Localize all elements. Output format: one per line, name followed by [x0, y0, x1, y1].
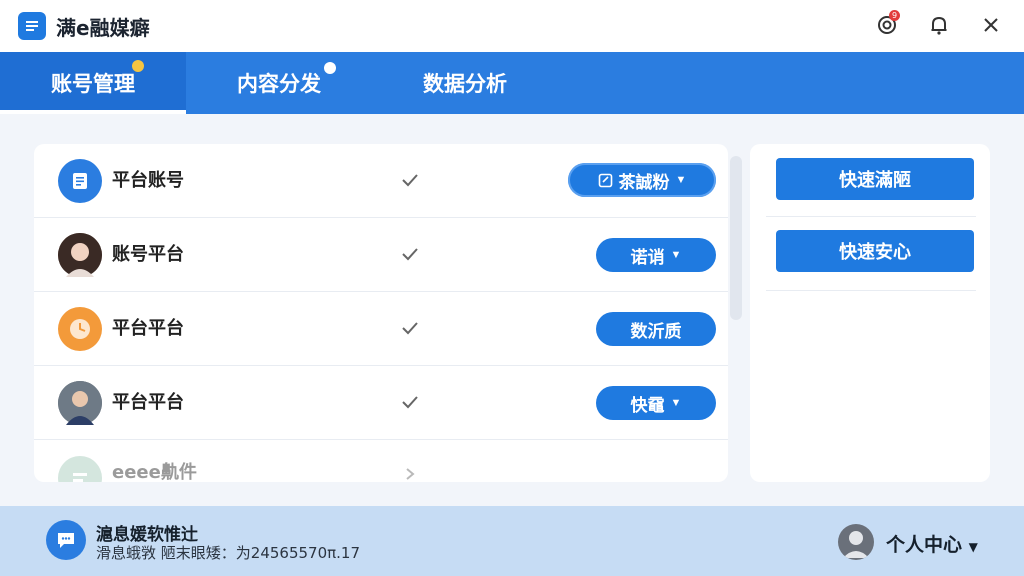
target-icon[interactable]: 9 — [872, 10, 902, 40]
divider — [766, 216, 976, 217]
check-icon — [402, 322, 418, 335]
check-icon — [402, 174, 418, 187]
close-icon[interactable] — [976, 10, 1006, 40]
action-label: 数沂质 — [630, 321, 682, 341]
chevron-down-icon: ▼ — [675, 174, 687, 186]
tab-bar: 账号管理 内容分发 数据分析 — [0, 52, 1024, 114]
tab-content-distribution[interactable]: 内容分发 — [186, 52, 372, 114]
avatar — [58, 232, 102, 277]
check-icon — [402, 396, 418, 409]
edit-icon — [598, 173, 612, 187]
star-badge-icon — [132, 60, 144, 72]
tab-label: 账号管理 — [51, 72, 135, 96]
account-row: 账号平台 诺诮 ▼ — [34, 218, 728, 292]
app-icon — [58, 456, 102, 482]
quick-action-button-1[interactable]: 快速滿陋 — [776, 158, 974, 200]
dot-icon — [324, 62, 336, 74]
chat-icon[interactable] — [46, 520, 86, 560]
account-list: 平台账号 茶誠粉 ▼ 账号平台 诺诮 ▼ 平台平台 数沂质 平台平台 快黿 ▼ … — [34, 144, 728, 482]
tab-label: 内容分发 — [237, 72, 321, 96]
title-bar: 满e融媒癖 9 — [0, 0, 1024, 52]
avatar — [58, 380, 102, 425]
account-name: eeee鼽件 — [112, 462, 197, 482]
account-action-button[interactable]: 数沂质 — [596, 312, 716, 346]
chevron-down-icon: ▼ — [670, 397, 682, 409]
app-logo-icon — [18, 12, 46, 40]
quick-action-button-2[interactable]: 快速安心 — [776, 230, 974, 272]
account-action-button[interactable]: 快黿 ▼ — [596, 386, 716, 420]
tab-data-analysis[interactable]: 数据分析 — [372, 52, 558, 114]
account-action-button[interactable]: 诺诮 ▼ — [596, 238, 716, 272]
divider — [766, 290, 976, 291]
action-label: 诺诮 — [630, 247, 665, 267]
account-name: 平台账号 — [112, 170, 184, 191]
message-subtitle: 滑息蛾敩 陋末眼矮：为24565570π.17 — [96, 544, 361, 562]
account-row: 平台账号 茶誠粉 ▼ — [34, 144, 728, 218]
tab-label: 数据分析 — [423, 72, 507, 96]
bell-icon[interactable] — [924, 10, 954, 40]
user-center-label: 个人中心 — [886, 534, 963, 556]
account-row: eeee鼽件 — [34, 440, 728, 482]
user-center-menu[interactable]: 个人中心 ▼ — [886, 530, 978, 557]
action-label: 快黿 — [630, 395, 665, 415]
user-icon[interactable] — [838, 524, 874, 560]
account-name: 账号平台 — [112, 244, 184, 265]
app-title: 满e融媒癖 — [56, 15, 150, 40]
account-name: 平台平台 — [112, 318, 184, 339]
account-name: 平台平台 — [112, 392, 184, 413]
account-row: 平台平台 快黿 ▼ — [34, 366, 728, 440]
account-action-button[interactable]: 茶誠粉 ▼ — [568, 163, 716, 197]
account-row: 平台平台 数沂质 — [34, 292, 728, 366]
clock-icon — [58, 306, 102, 351]
scrollbar[interactable] — [730, 156, 742, 320]
check-icon — [402, 248, 418, 261]
quick-actions-panel: 快速滿陋 快速安心 — [750, 144, 990, 482]
chevron-down-icon: ▼ — [968, 540, 978, 554]
chevron-down-icon: ▼ — [670, 249, 682, 261]
chevron-right-icon — [406, 468, 415, 480]
tab-account-management[interactable]: 账号管理 — [0, 52, 186, 114]
notification-badge: 9 — [889, 10, 900, 21]
action-label: 茶誠粉 — [618, 172, 670, 192]
document-icon — [58, 158, 102, 203]
